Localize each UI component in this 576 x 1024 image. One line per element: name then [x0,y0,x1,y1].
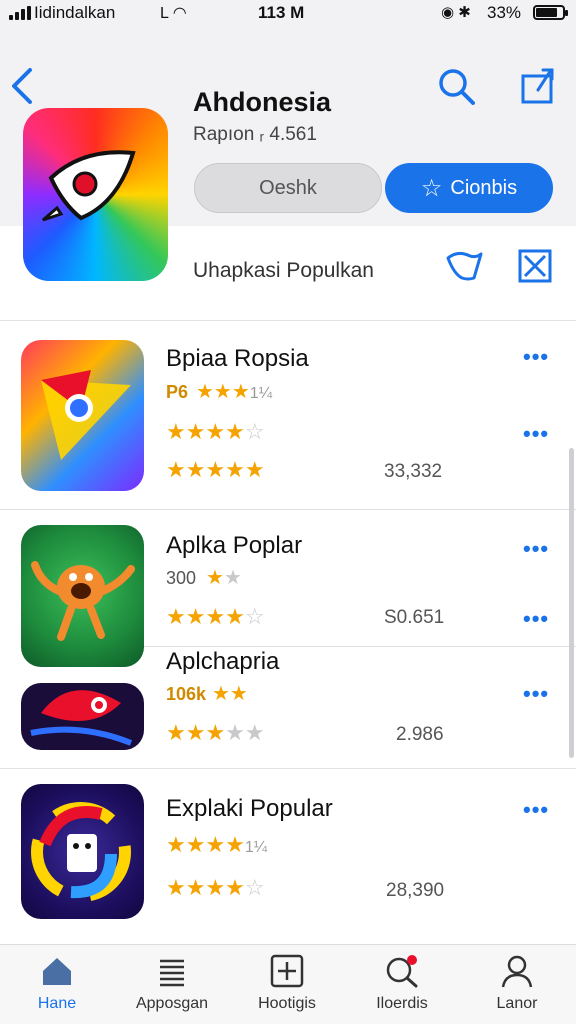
more-options-icon[interactable]: ••• [523,797,549,823]
wifi-icon: L ◠ [160,5,187,22]
divider [0,768,576,769]
star-rating: ★★★★★ [166,457,265,482]
cellular-signal-icon [9,6,31,20]
rating-count: S0.651 [384,607,445,628]
carrier-name: Iidindalkan [34,3,116,22]
star-rating: ★★★★☆ [166,604,265,629]
app-icon[interactable] [21,525,144,667]
clock: 113 M [258,3,305,22]
star-outline-icon: ☆ [420,174,443,202]
app-icon[interactable] [21,340,144,491]
close-box-icon[interactable] [517,248,553,284]
more-options-icon[interactable]: ••• [523,421,549,447]
app-name[interactable]: Bpiaa Ropsia [166,345,309,373]
app-meta: 300 [166,568,197,588]
star-rating: ★★ [206,567,242,589]
app-name[interactable]: Explaki Popular [166,795,333,823]
alarm-bluetooth-icons: ◉ ✱ [441,4,471,21]
star-rating: ★★★★1¼ [166,832,268,857]
app-hero-icon [23,108,168,281]
divider [0,320,576,321]
tab-search[interactable]: Iloerdis [347,953,457,1021]
rocket-logo-icon [42,150,136,222]
app-meta: P6 [166,382,189,402]
tab-add[interactable]: Hootigis [232,953,342,1021]
secondary-action-label: Oeshk [259,176,317,199]
battery-percent: 33% [487,3,522,22]
rating-count: 33,332 [384,461,443,482]
pennant-icon[interactable] [444,248,484,284]
divider [144,646,576,647]
primary-action-button[interactable]: ☆ Cionbis [385,163,553,213]
tab-apps[interactable]: Apposgan [117,953,227,1021]
search-icon[interactable] [436,66,476,106]
plus-square-icon [270,954,304,988]
app-subtitle: Rapıon ᵣ 4.561 [193,124,317,145]
scrollbar[interactable] [569,448,574,758]
list-icon [160,959,184,987]
divider [0,509,576,510]
star-rating: ★★★★☆ [166,875,265,900]
star-rating: ★★★★☆ [166,419,265,444]
star-rating: ★★★★★ [166,720,265,745]
star-rating: ★★★1¼ [196,381,273,403]
section-label: Uhapkasi Populkan [193,259,374,282]
more-options-icon[interactable]: ••• [523,606,549,632]
home-icon [43,958,71,985]
share-icon[interactable] [518,66,558,106]
star-rating: ★★ [212,683,248,705]
monster-logo-icon [31,561,135,641]
more-options-icon[interactable]: ••• [523,681,549,707]
app-name[interactable]: Aplchapria [166,648,279,676]
search-badge-icon [386,955,418,988]
more-options-icon[interactable]: ••• [523,536,549,562]
battery-icon [533,5,568,20]
tab-profile[interactable]: Lanor [462,953,572,1021]
app-name[interactable]: Aplka Poplar [166,532,302,560]
tab-home[interactable]: Hane [2,953,112,1021]
status-bar: Iidindalkan L ◠ 113 M ◉ ✱ 33% [0,0,576,26]
tab-label: Hootigis [258,995,316,1012]
app-title: Ahdonesia [193,87,332,117]
swirl-logo-icon [30,690,133,746]
rating-count: 28,390 [386,880,445,901]
tab-label: Lanor [496,995,538,1012]
secondary-action-button[interactable]: Oeshk [194,163,382,213]
arrow-logo-icon [41,370,131,460]
tab-label: Iloerdis [376,995,428,1012]
cube-logo-icon [31,802,131,902]
tab-label: Hane [37,995,77,1012]
primary-action-label: Cionbis [450,176,518,199]
app-icon[interactable] [21,784,144,919]
tab-label: Apposgan [135,995,209,1012]
app-meta: 106k [166,684,207,704]
back-chevron-icon[interactable] [8,66,36,106]
person-icon [501,955,533,988]
rating-count: 2.986 [396,724,444,745]
app-icon[interactable] [21,683,144,750]
tab-bar: Hane Apposgan Hootigis Iloerdis Lanor [0,944,576,1024]
more-options-icon[interactable]: ••• [523,344,549,370]
